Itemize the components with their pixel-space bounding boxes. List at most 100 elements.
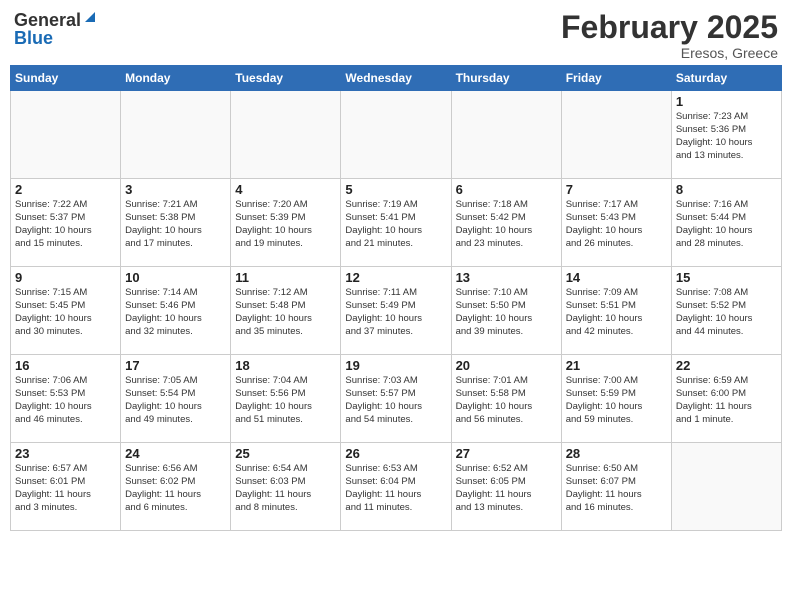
day-number: 26 xyxy=(345,446,446,461)
calendar-cell xyxy=(671,443,781,531)
day-info: Sunrise: 7:03 AM Sunset: 5:57 PM Dayligh… xyxy=(345,375,446,426)
day-info: Sunrise: 7:10 AM Sunset: 5:50 PM Dayligh… xyxy=(456,287,557,338)
day-info: Sunrise: 6:59 AM Sunset: 6:00 PM Dayligh… xyxy=(676,375,777,426)
week-row-2: 9 Sunrise: 7:15 AM Sunset: 5:45 PM Daylig… xyxy=(11,267,782,355)
calendar-cell: 18 Sunrise: 7:04 AM Sunset: 5:56 PM Dayli… xyxy=(231,355,341,443)
calendar-cell: 9 Sunrise: 7:15 AM Sunset: 5:45 PM Daylig… xyxy=(11,267,121,355)
day-info: Sunrise: 6:56 AM Sunset: 6:02 PM Dayligh… xyxy=(125,463,226,514)
day-info: Sunrise: 6:57 AM Sunset: 6:01 PM Dayligh… xyxy=(15,463,116,514)
calendar-cell: 26 Sunrise: 6:53 AM Sunset: 6:04 PM Dayli… xyxy=(341,443,451,531)
calendar-cell xyxy=(561,91,671,179)
calendar-cell: 11 Sunrise: 7:12 AM Sunset: 5:48 PM Dayli… xyxy=(231,267,341,355)
day-info: Sunrise: 7:11 AM Sunset: 5:49 PM Dayligh… xyxy=(345,287,446,338)
day-info: Sunrise: 7:00 AM Sunset: 5:59 PM Dayligh… xyxy=(566,375,667,426)
calendar-cell: 10 Sunrise: 7:14 AM Sunset: 5:46 PM Dayli… xyxy=(121,267,231,355)
week-row-0: 1 Sunrise: 7:23 AM Sunset: 5:36 PM Daylig… xyxy=(11,91,782,179)
calendar-cell: 17Sunrise: 7:05 AM Sunset: 5:54 PM Dayli… xyxy=(121,355,231,443)
title-block: February 2025 Eresos, Greece xyxy=(561,10,778,61)
day-number: 1 xyxy=(676,94,777,109)
week-row-1: 2 Sunrise: 7:22 AM Sunset: 5:37 PM Daylig… xyxy=(11,179,782,267)
calendar-header-row: SundayMondayTuesdayWednesdayThursdayFrid… xyxy=(11,66,782,91)
col-header-wednesday: Wednesday xyxy=(341,66,451,91)
col-header-saturday: Saturday xyxy=(671,66,781,91)
col-header-thursday: Thursday xyxy=(451,66,561,91)
day-number: 10 xyxy=(125,270,226,285)
day-info: Sunrise: 7:17 AM Sunset: 5:43 PM Dayligh… xyxy=(566,199,667,250)
day-info: Sunrise: 7:08 AM Sunset: 5:52 PM Dayligh… xyxy=(676,287,777,338)
calendar-cell xyxy=(341,91,451,179)
calendar-cell: 21 Sunrise: 7:00 AM Sunset: 5:59 PM Dayli… xyxy=(561,355,671,443)
day-number: 9 xyxy=(15,270,116,285)
day-number: 11 xyxy=(235,270,336,285)
calendar-cell: 7 Sunrise: 7:17 AM Sunset: 5:43 PM Daylig… xyxy=(561,179,671,267)
day-info: Sunrise: 7:01 AM Sunset: 5:58 PM Dayligh… xyxy=(456,375,557,426)
calendar-cell xyxy=(121,91,231,179)
logo-blue-text: Blue xyxy=(14,29,53,47)
day-info: Sunrise: 7:06 AM Sunset: 5:53 PM Dayligh… xyxy=(15,375,116,426)
month-year: February 2025 xyxy=(561,10,778,45)
day-number: 16 xyxy=(15,358,116,373)
location: Eresos, Greece xyxy=(561,45,778,61)
day-info: Sunrise: 6:53 AM Sunset: 6:04 PM Dayligh… xyxy=(345,463,446,514)
day-number: 6 xyxy=(456,182,557,197)
day-number: 2 xyxy=(15,182,116,197)
day-info: Sunrise: 7:22 AM Sunset: 5:37 PM Dayligh… xyxy=(15,199,116,250)
calendar-cell: 28Sunrise: 6:50 AM Sunset: 6:07 PM Dayli… xyxy=(561,443,671,531)
calendar-table: SundayMondayTuesdayWednesdayThursdayFrid… xyxy=(10,65,782,531)
day-info: Sunrise: 7:04 AM Sunset: 5:56 PM Dayligh… xyxy=(235,375,336,426)
day-number: 12 xyxy=(345,270,446,285)
day-info: Sunrise: 7:23 AM Sunset: 5:36 PM Dayligh… xyxy=(676,111,777,162)
logo-general-text: General xyxy=(14,11,81,29)
day-info: Sunrise: 7:16 AM Sunset: 5:44 PM Dayligh… xyxy=(676,199,777,250)
day-info: Sunrise: 7:15 AM Sunset: 5:45 PM Dayligh… xyxy=(15,287,116,338)
day-number: 15 xyxy=(676,270,777,285)
day-info: Sunrise: 6:54 AM Sunset: 6:03 PM Dayligh… xyxy=(235,463,336,514)
day-number: 13 xyxy=(456,270,557,285)
day-number: 19 xyxy=(345,358,446,373)
calendar-cell: 6 Sunrise: 7:18 AM Sunset: 5:42 PM Daylig… xyxy=(451,179,561,267)
day-info: Sunrise: 7:21 AM Sunset: 5:38 PM Dayligh… xyxy=(125,199,226,250)
day-info: Sunrise: 7:12 AM Sunset: 5:48 PM Dayligh… xyxy=(235,287,336,338)
day-info: Sunrise: 6:52 AM Sunset: 6:05 PM Dayligh… xyxy=(456,463,557,514)
day-number: 23 xyxy=(15,446,116,461)
day-info: Sunrise: 7:20 AM Sunset: 5:39 PM Dayligh… xyxy=(235,199,336,250)
day-number: 21 xyxy=(566,358,667,373)
calendar-cell: 23 Sunrise: 6:57 AM Sunset: 6:01 PM Dayli… xyxy=(11,443,121,531)
day-number: 18 xyxy=(235,358,336,373)
day-info: Sunrise: 7:14 AM Sunset: 5:46 PM Dayligh… xyxy=(125,287,226,338)
calendar-cell: 16 Sunrise: 7:06 AM Sunset: 5:53 PM Dayli… xyxy=(11,355,121,443)
day-number: 7 xyxy=(566,182,667,197)
calendar-cell: 27 Sunrise: 6:52 AM Sunset: 6:05 PM Dayli… xyxy=(451,443,561,531)
day-info: Sunrise: 7:18 AM Sunset: 5:42 PM Dayligh… xyxy=(456,199,557,250)
week-row-3: 16 Sunrise: 7:06 AM Sunset: 5:53 PM Dayli… xyxy=(11,355,782,443)
day-number: 14 xyxy=(566,270,667,285)
day-number: 4 xyxy=(235,182,336,197)
logo-icon xyxy=(83,10,97,24)
calendar-cell: 22 Sunrise: 6:59 AM Sunset: 6:00 PM Dayli… xyxy=(671,355,781,443)
col-header-sunday: Sunday xyxy=(11,66,121,91)
day-info: Sunrise: 6:50 AM Sunset: 6:07 PM Dayligh… xyxy=(566,463,667,514)
day-info: Sunrise: 7:09 AM Sunset: 5:51 PM Dayligh… xyxy=(566,287,667,338)
day-number: 27 xyxy=(456,446,557,461)
calendar-cell: 3Sunrise: 7:21 AM Sunset: 5:38 PM Daylig… xyxy=(121,179,231,267)
col-header-friday: Friday xyxy=(561,66,671,91)
day-number: 8 xyxy=(676,182,777,197)
day-number: 22 xyxy=(676,358,777,373)
calendar-cell: 25Sunrise: 6:54 AM Sunset: 6:03 PM Dayli… xyxy=(231,443,341,531)
calendar-cell: 14 Sunrise: 7:09 AM Sunset: 5:51 PM Dayli… xyxy=(561,267,671,355)
day-number: 20 xyxy=(456,358,557,373)
calendar-cell: 12 Sunrise: 7:11 AM Sunset: 5:49 PM Dayli… xyxy=(341,267,451,355)
calendar-cell: 13 Sunrise: 7:10 AM Sunset: 5:50 PM Dayli… xyxy=(451,267,561,355)
day-info: Sunrise: 7:19 AM Sunset: 5:41 PM Dayligh… xyxy=(345,199,446,250)
week-row-4: 23 Sunrise: 6:57 AM Sunset: 6:01 PM Dayli… xyxy=(11,443,782,531)
calendar-cell: 24 Sunrise: 6:56 AM Sunset: 6:02 PM Dayli… xyxy=(121,443,231,531)
page-header: General Blue February 2025 Eresos, Greec… xyxy=(10,10,782,61)
day-info: Sunrise: 7:05 AM Sunset: 5:54 PM Dayligh… xyxy=(125,375,226,426)
day-number: 24 xyxy=(125,446,226,461)
logo: General Blue xyxy=(14,10,97,47)
calendar-cell: 5Sunrise: 7:19 AM Sunset: 5:41 PM Daylig… xyxy=(341,179,451,267)
calendar-cell: 2 Sunrise: 7:22 AM Sunset: 5:37 PM Daylig… xyxy=(11,179,121,267)
calendar-cell: 19 Sunrise: 7:03 AM Sunset: 5:57 PM Dayli… xyxy=(341,355,451,443)
calendar-cell xyxy=(231,91,341,179)
calendar-cell xyxy=(11,91,121,179)
